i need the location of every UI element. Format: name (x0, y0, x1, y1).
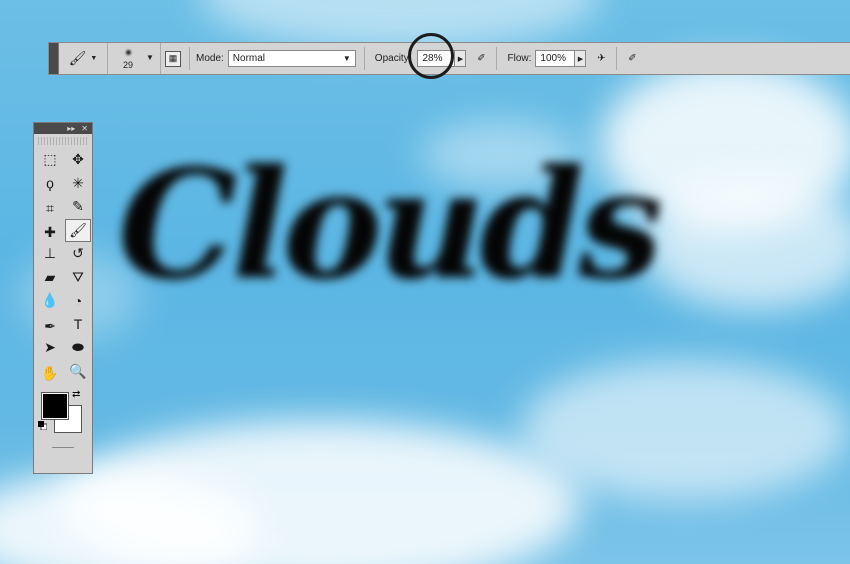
flow-value: 100% (540, 53, 566, 64)
flow-slider-toggle[interactable]: ▶ (575, 50, 587, 67)
healing-brush-tool[interactable]: ✚ (37, 223, 63, 243)
opacity-input[interactable]: 28% (417, 50, 456, 67)
history-brush-icon: ↺ (72, 245, 84, 262)
eyedropper-tool[interactable]: ✎ (65, 195, 91, 219)
brush-tool[interactable]: 🖌 (65, 218, 91, 242)
tablet-pressure-icon: ✐ (477, 53, 486, 64)
type-tool[interactable]: T (65, 313, 91, 337)
tools-panel-grip[interactable] (38, 137, 88, 145)
pressure-size-button[interactable]: ✐ (621, 48, 643, 70)
flow-input[interactable]: 100% (535, 50, 576, 67)
marquee-icon: ⬚ (43, 151, 57, 168)
tools-panel-header[interactable]: ▸▸ ✕ (34, 123, 92, 134)
crop-icon: ⌗ (46, 200, 54, 217)
cloud-shape (520, 360, 850, 500)
swap-colors-icon[interactable]: ⇄ (72, 389, 80, 400)
mode-value: Normal (232, 53, 266, 64)
lasso-icon: ϙ (46, 175, 54, 192)
brush-panel-icon: ▦ (168, 53, 178, 63)
divider (616, 47, 618, 70)
eraser-icon: ▰ (44, 268, 56, 285)
opacity-label: Opacity: (374, 53, 412, 64)
lasso-tool[interactable]: ϙ (37, 172, 63, 196)
brush-size-label: 29 (123, 60, 134, 70)
airbrush-icon: ✈ (597, 53, 606, 64)
close-icon[interactable]: ✕ (81, 124, 88, 133)
healing-brush-icon: ✚ (44, 223, 56, 240)
mode-select[interactable]: Normal ▼ (227, 50, 356, 67)
divider (496, 47, 498, 70)
paint-bucket-tool[interactable]: ⛛ (65, 266, 91, 290)
options-bar: 🖌 ▼ 29 ▼ ▦ Mode: Normal ▼ Opacity: 28% ▶… (48, 42, 850, 75)
brush-tip-icon (126, 50, 131, 55)
dodge-icon: ◔ (73, 292, 83, 309)
shape-icon: ⬬ (72, 339, 84, 356)
eraser-tool[interactable]: ▰ (37, 266, 63, 290)
clone-stamp-tool[interactable]: ⊥ (37, 242, 63, 266)
magic-wand-icon: ✳ (72, 174, 84, 191)
mode-label: Mode: (196, 53, 224, 64)
tablet-pressure-icon: ✐ (628, 53, 637, 64)
color-swatches: ⇄ (34, 389, 92, 441)
hand-tool[interactable]: ✋ (37, 364, 63, 384)
opacity-slider-toggle[interactable]: ▶ (455, 50, 467, 67)
blur-tool[interactable]: 💧 (37, 289, 63, 313)
pressure-opacity-button[interactable]: ✐ (470, 48, 492, 70)
path-selection-tool[interactable]: ➤ (37, 336, 63, 360)
history-brush-tool[interactable]: ↺ (65, 242, 91, 266)
brush-icon: 🖌 (69, 221, 87, 238)
move-tool[interactable]: ✥ (65, 148, 91, 172)
tools-panel: ▸▸ ✕ ⬚ ✥ ϙ ✳ ⌗ ✎ ✚ 🖌 ⊥ ↺ ▰ ⛛ 💧 ◔ ✒ T ➤ ⬬ ✋ 🔍 ⇄ (33, 122, 93, 474)
airbrush-button[interactable]: ✈ (590, 48, 612, 70)
magic-wand-tool[interactable]: ✳ (65, 172, 91, 196)
tool-preset-picker[interactable]: 🖌 ▼ (59, 43, 108, 74)
type-icon: T (73, 316, 83, 333)
zoom-icon: 🔍 (69, 362, 87, 379)
pen-icon: ✒ (44, 317, 56, 334)
brush-icon: 🖌 (68, 50, 87, 66)
shape-tool[interactable]: ⬬ (65, 336, 91, 360)
zoom-tool[interactable]: 🔍 (65, 360, 91, 384)
crop-tool[interactable]: ⌗ (37, 199, 63, 219)
pen-tool[interactable]: ✒ (37, 317, 63, 337)
paint-bucket-icon: ⛛ (72, 268, 84, 285)
clone-stamp-icon: ⊥ (43, 245, 57, 262)
brush-panel-toggle-button[interactable]: ▦ (165, 50, 181, 67)
chevron-down-icon: ▼ (342, 54, 351, 63)
tool-grid: ⬚ ✥ ϙ ✳ ⌗ ✎ ✚ 🖌 ⊥ ↺ ▰ ⛛ 💧 ◔ ✒ T ➤ ⬬ ✋ 🔍 (34, 148, 92, 383)
document-canvas[interactable]: Clouds (0, 0, 850, 564)
chevron-down-icon: ▼ (146, 53, 154, 62)
options-bar-grip[interactable] (49, 43, 59, 74)
divider (363, 47, 365, 70)
dodge-tool[interactable]: ◔ (65, 289, 91, 313)
eyedropper-icon: ✎ (72, 198, 84, 215)
foreground-color-swatch[interactable] (41, 392, 69, 420)
default-colors-icon[interactable] (38, 421, 47, 430)
quick-mask-button[interactable] (52, 447, 74, 448)
clouds-artwork-text: Clouds (118, 137, 663, 313)
flow-label: Flow: (507, 53, 532, 64)
marquee-tool[interactable]: ⬚ (37, 148, 63, 172)
move-icon: ✥ (72, 151, 84, 168)
chevron-down-icon: ▼ (90, 55, 98, 62)
opacity-value: 28% (422, 53, 443, 64)
blur-icon: 💧 (41, 292, 59, 309)
hand-icon: ✋ (41, 364, 59, 381)
path-selection-icon: ➤ (44, 339, 56, 356)
expand-icon[interactable]: ▸▸ (67, 124, 75, 133)
divider (189, 47, 190, 70)
brush-preset-picker[interactable]: 29 ▼ (108, 43, 161, 74)
cloud-shape (640, 180, 850, 310)
